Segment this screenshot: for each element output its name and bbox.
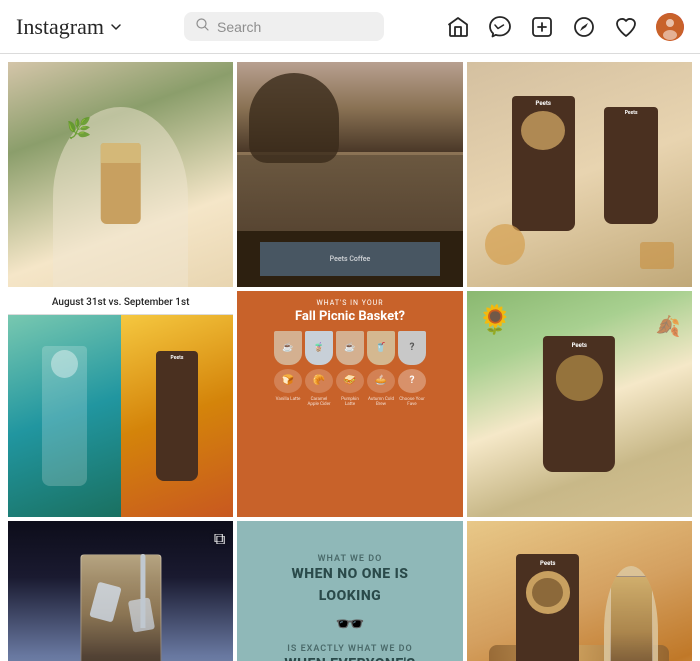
multiple-images-icon: ⧉ — [214, 529, 225, 549]
quote-line-2: WHEN NO ONE IS — [292, 566, 409, 582]
basket-subtitle: WHAT'S IN YOUR — [316, 299, 383, 307]
top-navigation: Instagram — [0, 0, 700, 54]
instagram-logo[interactable]: Instagram — [16, 14, 104, 40]
quote-line-1: WHAT WE DO — [318, 554, 383, 564]
sunglasses-icon: 🕶️ — [335, 610, 365, 638]
new-post-icon[interactable] — [530, 15, 554, 39]
photo-grid: 🌿 Peets Coffee — [8, 62, 692, 661]
grid-item-8[interactable]: WHAT WE DO WHEN NO ONE IS LOOKING 🕶️ IS … — [237, 521, 462, 661]
header-right — [446, 13, 684, 41]
grid-item-9[interactable]: Peets — [467, 521, 692, 661]
basket-title: Fall Picnic Basket? — [295, 309, 405, 325]
grid-item-5[interactable]: WHAT'S IN YOUR Fall Picnic Basket? ☕ 🧋 ☕… — [237, 291, 462, 516]
home-icon[interactable] — [446, 15, 470, 39]
quote-line-5: WHEN EVERYONE'S — [284, 656, 415, 661]
grid-item-3[interactable]: Peets Peets — [467, 62, 692, 287]
main-content: 🌿 Peets Coffee — [0, 54, 700, 661]
quote-line-4: IS EXACTLY WHAT WE DO — [287, 644, 412, 654]
grid-item-6[interactable]: 🌻 🍂 Peets — [467, 291, 692, 516]
header-left: Instagram — [16, 14, 122, 40]
search-bar[interactable] — [184, 12, 384, 41]
grid-item-4[interactable]: August 31st vs. September 1st Peets — [8, 291, 233, 516]
search-icon — [196, 18, 209, 35]
heart-icon[interactable] — [614, 15, 638, 39]
split-label: August 31st vs. September 1st — [8, 291, 233, 315]
grid-item-1[interactable]: 🌿 — [8, 62, 233, 287]
search-input[interactable] — [217, 19, 372, 35]
grid-item-7[interactable]: ⧉ Iced Latte with Peets Coffee — [8, 521, 233, 661]
quote-line-3: LOOKING — [319, 588, 381, 604]
avatar[interactable] — [656, 13, 684, 41]
basket-food-row: 🍞 🥐 🥪 🥧 ? — [274, 369, 426, 393]
messenger-icon[interactable] — [488, 15, 512, 39]
chevron-down-icon[interactable] — [110, 21, 122, 33]
explore-icon[interactable] — [572, 15, 596, 39]
basket-drinks-row: ☕ 🧋 ☕ 🥤 ? — [274, 331, 426, 365]
grid-item-2[interactable]: Peets Coffee — [237, 62, 462, 287]
